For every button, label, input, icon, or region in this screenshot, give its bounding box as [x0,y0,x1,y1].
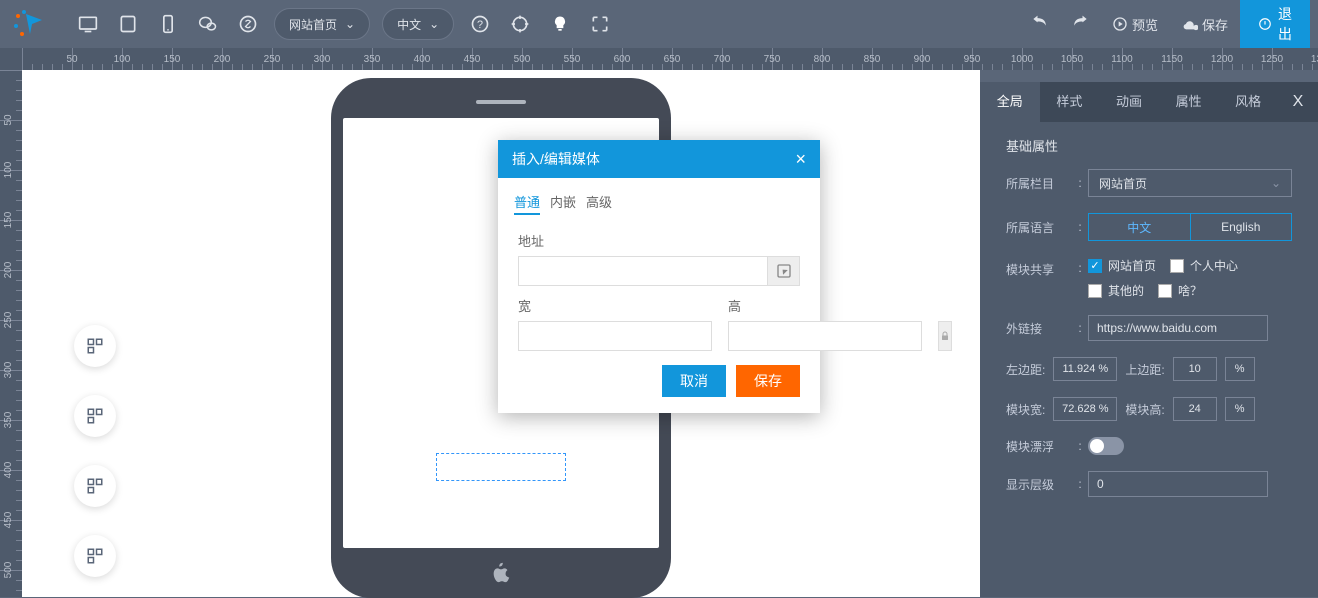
save-label: 保存 [1202,15,1228,34]
modal-tabs: 普通 内嵌 高级 [498,178,820,225]
vertical-ruler: 50100150200250300350400450500550600 [0,48,22,597]
modal-cancel-button[interactable]: 取消 [662,365,726,397]
tab-theme[interactable]: 风格 [1218,82,1278,122]
share-what-checkbox[interactable]: 啥？ [1158,282,1202,299]
zindex-input[interactable] [1088,471,1268,497]
modal-body: 地址 宽 高 取消 保存 [498,225,820,413]
selected-element[interactable] [436,453,566,481]
column-select[interactable]: 网站首页 ⌄ [1088,169,1292,197]
tab-style[interactable]: 样式 [1040,82,1100,122]
chevron-down-icon: ⌄ [345,17,355,31]
properties-panel: 全局 样式 动画 属性 风格 X 基础属性 所属栏目 : 网站首页 ⌄ 所属语言… [980,82,1318,597]
prop-lang-label: 所属语言 [1006,219,1072,236]
language-select-dropdown[interactable]: 中文 ⌄ [382,8,454,40]
redo-icon[interactable] [1060,4,1100,44]
module-width-label: 模块宽: [1006,401,1045,418]
fullscreen-icon[interactable] [580,4,620,44]
apple-logo-icon [490,562,512,584]
top-margin-input[interactable] [1173,357,1217,381]
widget-button-3[interactable] [74,465,116,507]
device-tablet-icon[interactable] [108,4,148,44]
column-select-value: 网站首页 [1099,175,1147,192]
language-select-label: 中文 [397,16,421,33]
top-margin-label: 上边距: [1125,361,1164,378]
lang-cn-button[interactable]: 中文 [1088,213,1191,241]
panel-tabs: 全局 样式 动画 属性 风格 X [980,82,1318,122]
module-width-input[interactable] [1053,397,1117,421]
width-label: 宽 [518,296,712,315]
url-label: 地址 [518,231,800,250]
wechat-icon[interactable] [188,4,228,44]
tab-animation[interactable]: 动画 [1099,82,1159,122]
help-icon[interactable]: ? [460,4,500,44]
height-label: 高 [728,296,922,315]
device-notch [476,100,526,104]
url-browse-icon[interactable] [768,256,800,286]
exit-label: 退出 [1278,4,1292,44]
widget-button-4[interactable] [74,535,116,577]
media-modal: 插入/编辑媒体 × 普通 内嵌 高级 地址 宽 高 [498,140,820,413]
widget-button-2[interactable] [74,395,116,437]
prop-link-label: 外链接 [1006,320,1072,337]
modal-save-button[interactable]: 保存 [736,365,800,397]
module-height-unit[interactable] [1225,397,1255,421]
prop-share-label: 模块共享 [1006,257,1072,278]
miniapp-icon[interactable] [228,4,268,44]
device-desktop-icon[interactable] [68,4,108,44]
top-toolbar: 网站首页 ⌄ 中文 ⌄ ? 预览 保存 退出 [0,0,1318,48]
lock-aspect-icon[interactable] [938,321,952,351]
side-toolbar [74,325,116,577]
widget-button-1[interactable] [74,325,116,367]
modal-tab-advanced[interactable]: 高级 [586,192,612,215]
share-home-checkbox[interactable]: ✓网站首页 [1088,257,1156,274]
modal-close-icon[interactable]: × [795,149,806,170]
preview-label: 预览 [1132,15,1158,34]
chevron-down-icon: ⌄ [1271,176,1281,190]
lang-en-button[interactable]: English [1191,213,1293,241]
save-button[interactable]: 保存 [1170,0,1240,48]
modal-title: 插入/编辑媒体 [512,149,600,169]
external-link-input[interactable] [1088,315,1268,341]
horizontal-ruler: 5010015020025030035040045050055060065070… [22,48,1318,70]
preview-button[interactable]: 预览 [1100,0,1170,48]
modal-tab-embed[interactable]: 内嵌 [550,192,576,215]
page-select-label: 网站首页 [289,16,337,33]
prop-zindex-label: 显示层级 [1006,476,1072,493]
tab-attribute[interactable]: 属性 [1159,82,1219,122]
prop-column-label: 所属栏目 [1006,175,1072,192]
lightbulb-icon[interactable] [540,4,580,44]
modal-tab-normal[interactable]: 普通 [514,192,540,215]
left-margin-label: 左边距: [1006,361,1045,378]
module-height-input[interactable] [1173,397,1217,421]
device-mobile-icon[interactable] [148,4,188,44]
left-margin-input[interactable] [1053,357,1117,381]
exit-button[interactable]: 退出 [1240,0,1310,48]
chevron-down-icon: ⌄ [429,17,439,31]
undo-icon[interactable] [1020,4,1060,44]
module-height-label: 模块高: [1125,401,1164,418]
float-toggle[interactable] [1088,437,1124,455]
app-logo [8,4,48,44]
height-input[interactable] [728,321,922,351]
url-input[interactable] [518,256,768,286]
target-icon[interactable] [500,4,540,44]
share-personal-checkbox[interactable]: 个人中心 [1170,257,1238,274]
width-input[interactable] [518,321,712,351]
tab-global[interactable]: 全局 [980,82,1040,122]
svg-text:?: ? [477,19,483,31]
panel-close-button[interactable]: X [1278,93,1318,111]
modal-header: 插入/编辑媒体 × [498,140,820,178]
prop-float-label: 模块漂浮 [1006,438,1072,455]
page-select-dropdown[interactable]: 网站首页 ⌄ [274,8,370,40]
section-title-basic: 基础属性 [1006,136,1292,155]
top-margin-unit[interactable] [1225,357,1255,381]
share-other-checkbox[interactable]: 其他的 [1088,282,1144,299]
